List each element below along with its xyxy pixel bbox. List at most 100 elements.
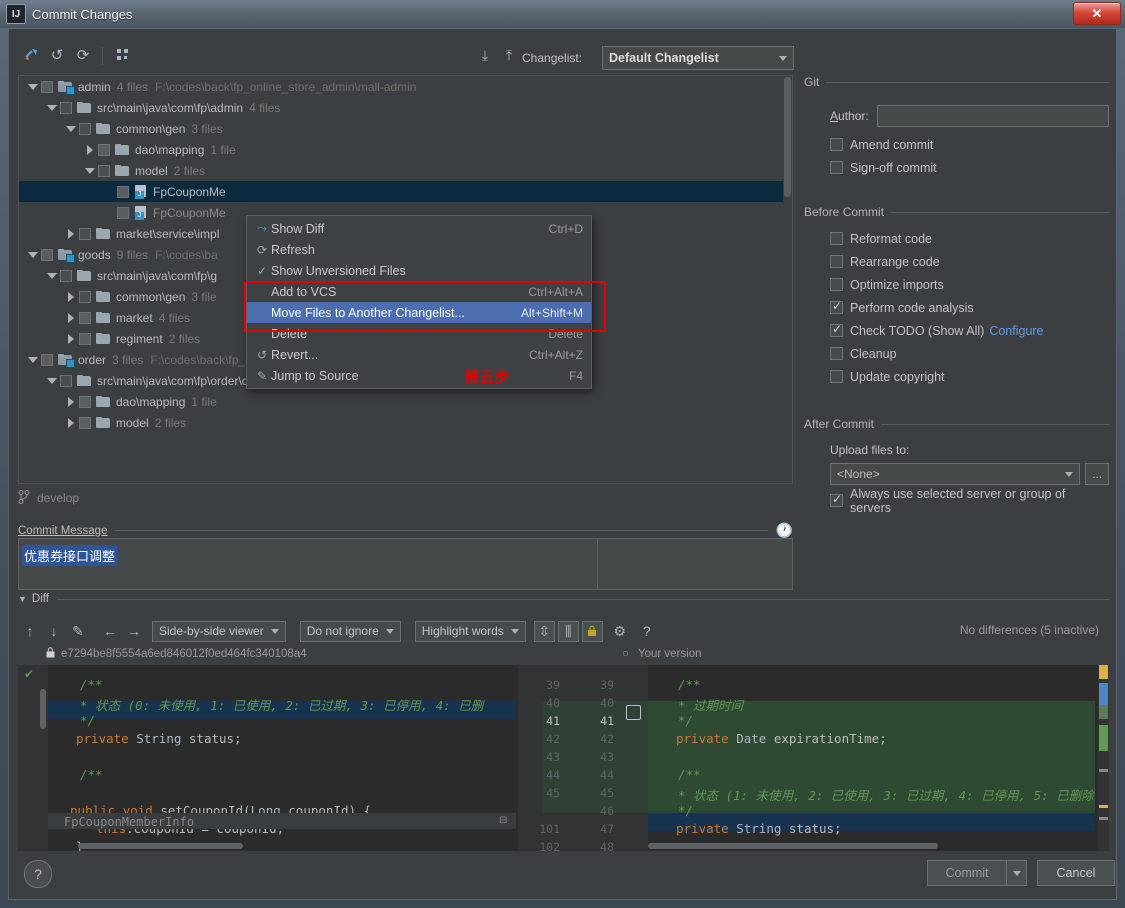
tree-row-checkbox[interactable] bbox=[41, 80, 53, 93]
chevron-right-icon[interactable] bbox=[65, 312, 77, 324]
browse-servers-button[interactable]: ... bbox=[1085, 463, 1109, 485]
before-commit-option[interactable]: Reformat code bbox=[830, 227, 1109, 250]
tree-row[interactable]: common\gen 3 files bbox=[19, 118, 792, 139]
tree-row-checkbox[interactable] bbox=[98, 143, 110, 156]
history-icon[interactable]: 🕐 bbox=[776, 522, 793, 539]
tree-row-checkbox[interactable] bbox=[98, 164, 110, 177]
context-menu-item[interactable]: Delete Delete bbox=[247, 323, 591, 344]
fold-toggle-icon[interactable]: ⊟ bbox=[499, 815, 507, 826]
accept-left-icon[interactable]: ← bbox=[98, 619, 122, 643]
chevron-right-icon[interactable] bbox=[65, 291, 77, 303]
before-commit-option[interactable]: Rearrange code bbox=[830, 250, 1109, 273]
commit-dropdown-button[interactable] bbox=[1007, 860, 1027, 886]
tree-row-checkbox[interactable] bbox=[117, 206, 129, 219]
tree-row-checkbox[interactable] bbox=[79, 332, 91, 345]
previous-difference-icon[interactable]: ↑ bbox=[18, 619, 42, 643]
before-commit-option[interactable]: Cleanup bbox=[830, 342, 1109, 365]
next-difference-icon[interactable]: ↓ bbox=[42, 619, 66, 643]
context-menu-item[interactable]: ✓ Show Unversioned Files bbox=[247, 260, 591, 281]
context-menu-item[interactable]: ⤳ Show Diff Ctrl+D bbox=[247, 218, 591, 239]
left-scroll-thumb[interactable] bbox=[40, 689, 46, 729]
accept-right-icon[interactable]: → bbox=[122, 619, 146, 643]
configure-link[interactable]: Configure bbox=[989, 324, 1043, 338]
chevron-right-icon[interactable] bbox=[65, 228, 77, 240]
commit-button[interactable]: Commit bbox=[927, 860, 1007, 886]
tree-row-checkbox[interactable] bbox=[79, 416, 91, 429]
context-menu-item[interactable]: ↺ Revert... Ctrl+Alt+Z bbox=[247, 344, 591, 365]
tree-scrollbar-thumb[interactable] bbox=[784, 77, 791, 197]
amend-commit-checkbox[interactable]: Amend commit bbox=[830, 133, 1109, 156]
tree-row-checkbox[interactable] bbox=[60, 101, 72, 114]
diff-highlight-mode-select[interactable]: Highlight words bbox=[414, 620, 526, 642]
before-commit-option[interactable]: Perform code analysis bbox=[830, 296, 1109, 319]
context-menu-item[interactable]: ✎ Jump to Source F4 bbox=[247, 365, 591, 386]
help-button[interactable]: ? bbox=[24, 860, 52, 888]
tree-row-checkbox[interactable] bbox=[79, 227, 91, 240]
tree-row[interactable]: FpCouponMe bbox=[19, 181, 792, 202]
chevron-down-icon[interactable] bbox=[27, 81, 39, 93]
cancel-button[interactable]: Cancel bbox=[1037, 860, 1115, 886]
revert-icon[interactable]: ↺ bbox=[46, 44, 68, 66]
chevron-down-icon[interactable] bbox=[46, 102, 58, 114]
upload-target-select[interactable]: <None> bbox=[830, 463, 1081, 485]
refresh-icon[interactable]: ⟳ bbox=[72, 44, 94, 66]
chevron-down-icon[interactable] bbox=[27, 354, 39, 366]
diff-section-header[interactable]: ▼ Diff bbox=[18, 593, 1109, 605]
chevron-right-icon[interactable] bbox=[65, 333, 77, 345]
signoff-commit-checkbox[interactable]: Sign-off commit bbox=[830, 156, 1109, 179]
tree-row[interactable]: model 2 files bbox=[19, 160, 792, 181]
diff-left-pane[interactable]: ✔ /** * 状态 (0: 未使用, 1: 已使用, 2: 已过期, 3: 已停… bbox=[18, 665, 516, 851]
tree-row-checkbox[interactable] bbox=[79, 395, 91, 408]
right-hscrollbar-thumb[interactable] bbox=[648, 843, 938, 849]
chevron-down-icon[interactable] bbox=[27, 249, 39, 261]
tree-row-checkbox[interactable] bbox=[60, 269, 72, 282]
diff-viewer[interactable]: ✔ /** * 状态 (0: 未使用, 1: 已使用, 2: 已过期, 3: 已停… bbox=[18, 665, 1109, 851]
chevron-down-icon[interactable] bbox=[46, 375, 58, 387]
tree-row[interactable]: model 2 files bbox=[19, 412, 792, 433]
tree-row-checkbox[interactable] bbox=[79, 311, 91, 324]
chevron-down-icon[interactable] bbox=[84, 165, 96, 177]
help-icon[interactable]: ? bbox=[635, 619, 659, 643]
context-menu-item[interactable]: Move Files to Another Changelist... Alt+S… bbox=[247, 302, 591, 323]
tree-row[interactable]: dao\mapping 1 file bbox=[19, 391, 792, 412]
revert-change-icon[interactable] bbox=[626, 705, 641, 720]
changelist-select[interactable]: Default Changelist bbox=[602, 46, 794, 70]
context-menu-item[interactable]: ⟳ Refresh bbox=[247, 239, 591, 260]
before-commit-option[interactable]: Optimize imports bbox=[830, 273, 1109, 296]
diff-right-pane[interactable]: 39404142434445101102103 3940414243444546… bbox=[518, 665, 1109, 851]
readonly-lock-icon[interactable] bbox=[581, 620, 603, 642]
chevron-right-icon[interactable] bbox=[65, 417, 77, 429]
diff-ignore-mode-select[interactable]: Do not ignore bbox=[299, 620, 401, 642]
tree-context-menu[interactable]: ⤳ Show Diff Ctrl+D ⟳ Refresh ✓ Show Unversione… bbox=[246, 215, 592, 389]
tree-row[interactable]: dao\mapping 1 file bbox=[19, 139, 792, 160]
tree-scrollbar[interactable] bbox=[783, 76, 792, 483]
chevron-right-icon[interactable] bbox=[84, 144, 96, 156]
context-menu-item[interactable]: Add to VCS Ctrl+Alt+A bbox=[247, 281, 591, 302]
tree-row[interactable]: src\main\java\com\fp\admin 4 files bbox=[19, 97, 792, 118]
commit-message-input[interactable]: 优惠券接口调整 bbox=[18, 538, 793, 590]
tree-row-checkbox[interactable] bbox=[60, 374, 72, 387]
show-diff-icon[interactable] bbox=[20, 44, 42, 66]
diff-viewer-mode-select[interactable]: Side-by-side viewer bbox=[152, 620, 286, 642]
tree-row-checkbox[interactable] bbox=[41, 353, 53, 366]
tree-row-checkbox[interactable] bbox=[41, 248, 53, 261]
left-hscrollbar-thumb[interactable] bbox=[78, 843, 243, 849]
edit-source-icon[interactable]: ✎ bbox=[66, 619, 90, 643]
chevron-down-icon[interactable] bbox=[46, 270, 58, 282]
settings-gear-icon[interactable]: ⚙ bbox=[608, 619, 632, 643]
expand-all-icon[interactable]: ⤓ bbox=[474, 44, 496, 66]
sync-scroll-icon[interactable]: ⫼ bbox=[557, 620, 579, 642]
chevron-right-icon[interactable] bbox=[65, 396, 77, 408]
tree-row-checkbox[interactable] bbox=[79, 290, 91, 303]
collapse-unchanged-icon[interactable]: ⇳ bbox=[533, 620, 555, 642]
tree-row-checkbox[interactable] bbox=[117, 185, 129, 198]
tree-row-checkbox[interactable] bbox=[79, 122, 91, 135]
group-by-icon[interactable] bbox=[112, 44, 134, 66]
author-field[interactable] bbox=[876, 105, 1109, 127]
close-icon[interactable]: ✕ bbox=[1073, 2, 1121, 25]
chevron-down-icon[interactable] bbox=[65, 123, 77, 135]
tree-row[interactable]: admin 4 files F:\codes\back\fp_online_stor… bbox=[19, 76, 792, 97]
collapse-all-icon[interactable]: ⤒ bbox=[498, 44, 520, 66]
always-use-server-checkbox[interactable]: Always use selected server or group of s… bbox=[830, 487, 1109, 515]
error-stripe[interactable] bbox=[1098, 665, 1109, 851]
